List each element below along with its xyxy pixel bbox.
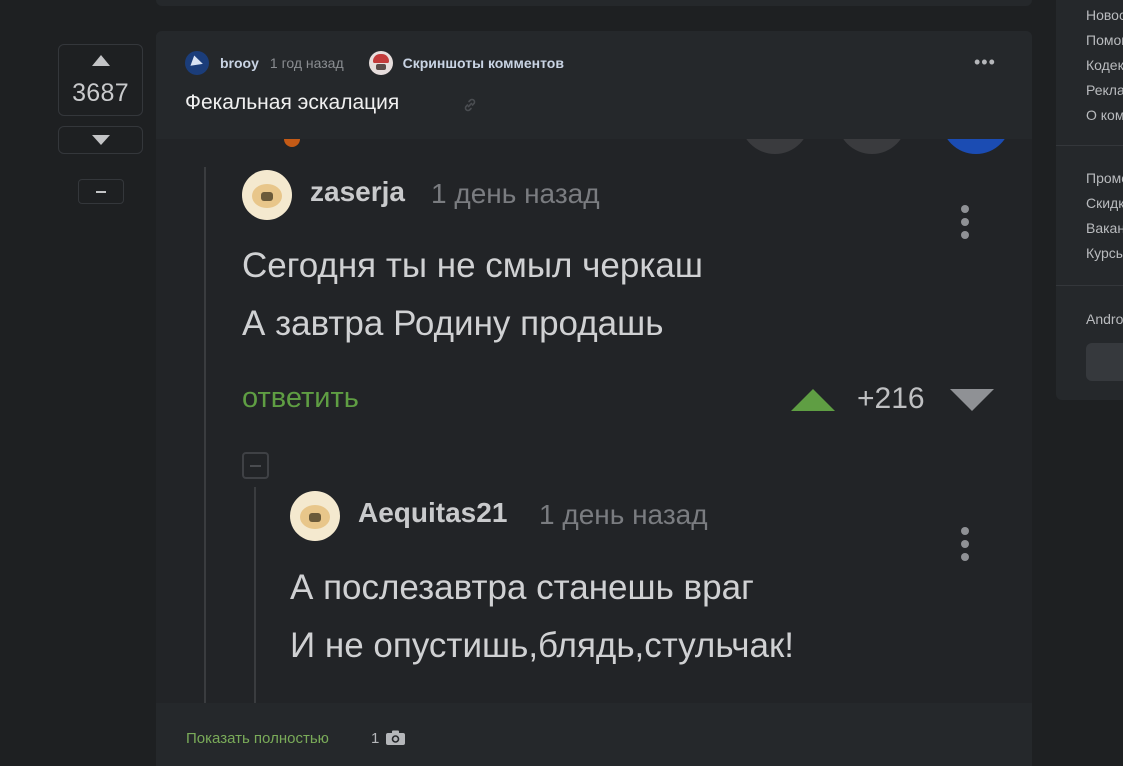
link-icon[interactable]: [462, 97, 478, 113]
kebab-menu-icon: [961, 527, 969, 566]
cropped-button-fragment: [941, 139, 1011, 154]
comment-line: И не опустишь,блядь,стульчак!: [290, 626, 794, 665]
thread-line: [204, 167, 206, 703]
rating-box: 3687: [58, 44, 143, 116]
story-title[interactable]: Фекальная эскалация: [185, 91, 399, 115]
comment-screenshot-image[interactable]: zaserja 1 день назад Сегодня ты не смыл …: [156, 139, 1032, 703]
sidebar-link[interactable]: Кодекс: [1086, 57, 1123, 73]
sidebar-divider: [1056, 145, 1123, 146]
collapse-story-button[interactable]: [78, 179, 124, 204]
cropped-button-fragment: [837, 139, 907, 154]
sidebar-app-label: Android: [1086, 311, 1123, 327]
story-meta: brooy 1 год назад Скриншоты комментов: [185, 51, 564, 75]
sidebar-link[interactable]: Курсы: [1086, 245, 1123, 261]
story-footer: Показать полностью 1: [156, 703, 1032, 766]
sidebar-link[interactable]: О компании: [1086, 107, 1123, 123]
comment-author: Aequitas21: [358, 497, 508, 528]
author-name[interactable]: brooy: [220, 55, 259, 71]
cropped-avatar-fragment: [284, 139, 300, 147]
comment-avatar: [290, 491, 340, 541]
downvote-icon: [91, 135, 110, 145]
comment-score: +216: [857, 382, 925, 415]
comment-line: А завтра Родину продашь: [242, 304, 664, 343]
comment-time: 1 день назад: [539, 499, 708, 530]
previous-card-bottom: [156, 0, 1032, 6]
comment-avatar: [242, 170, 292, 220]
sidebar-link[interactable]: Новости: [1086, 7, 1123, 23]
upvote-icon[interactable]: [91, 55, 110, 66]
app-download-button[interactable]: [1086, 343, 1123, 381]
comment-line: Сегодня ты не смыл черкаш: [242, 246, 703, 285]
sidebar-link[interactable]: Промокоды: [1086, 170, 1123, 186]
community-avatar[interactable]: [368, 51, 393, 75]
vote-column: 3687: [58, 44, 143, 204]
comment-text: А послезавтра станешь враг И не опустишь…: [290, 559, 794, 675]
story-time: 1 год назад: [269, 55, 344, 71]
show-full-link[interactable]: Показать полностью: [186, 730, 329, 747]
right-sidebar: Новости Помощь Кодекс Реклама О компании…: [1056, 0, 1123, 400]
collapse-thread-icon: [242, 452, 269, 479]
sidebar-divider: [1056, 285, 1123, 286]
rating-value: 3687: [72, 79, 129, 107]
sidebar-link[interactable]: Помощь: [1086, 32, 1123, 48]
comment-line: А послезавтра станешь враг: [290, 568, 754, 607]
sidebar-link[interactable]: Вакансии: [1086, 220, 1123, 236]
cropped-button-fragment: [740, 139, 810, 154]
sidebar-link[interactable]: Реклама: [1086, 82, 1123, 98]
image-count: 1: [371, 730, 380, 747]
community-name[interactable]: Скриншоты комментов: [403, 55, 564, 71]
kebab-menu-icon: [961, 205, 969, 244]
comment-author: zaserja: [310, 176, 405, 207]
upvote-icon: [791, 389, 835, 411]
sidebar-link[interactable]: Скидки: [1086, 195, 1123, 211]
author-avatar[interactable]: [185, 51, 209, 75]
thread-line: [254, 487, 256, 703]
downvote-button[interactable]: [58, 126, 143, 154]
story-card: brooy 1 год назад Скриншоты комментов ••…: [156, 31, 1032, 766]
comment-time: 1 день назад: [431, 178, 600, 209]
downvote-icon: [950, 389, 994, 411]
comment-text: Сегодня ты не смыл черкаш А завтра Родин…: [242, 237, 703, 353]
camera-icon: [386, 730, 405, 745]
more-options-icon[interactable]: •••: [974, 53, 996, 71]
reply-link: ответить: [242, 382, 359, 414]
minus-icon: [96, 190, 106, 193]
story-header: brooy 1 год назад Скриншоты комментов ••…: [156, 31, 1032, 139]
